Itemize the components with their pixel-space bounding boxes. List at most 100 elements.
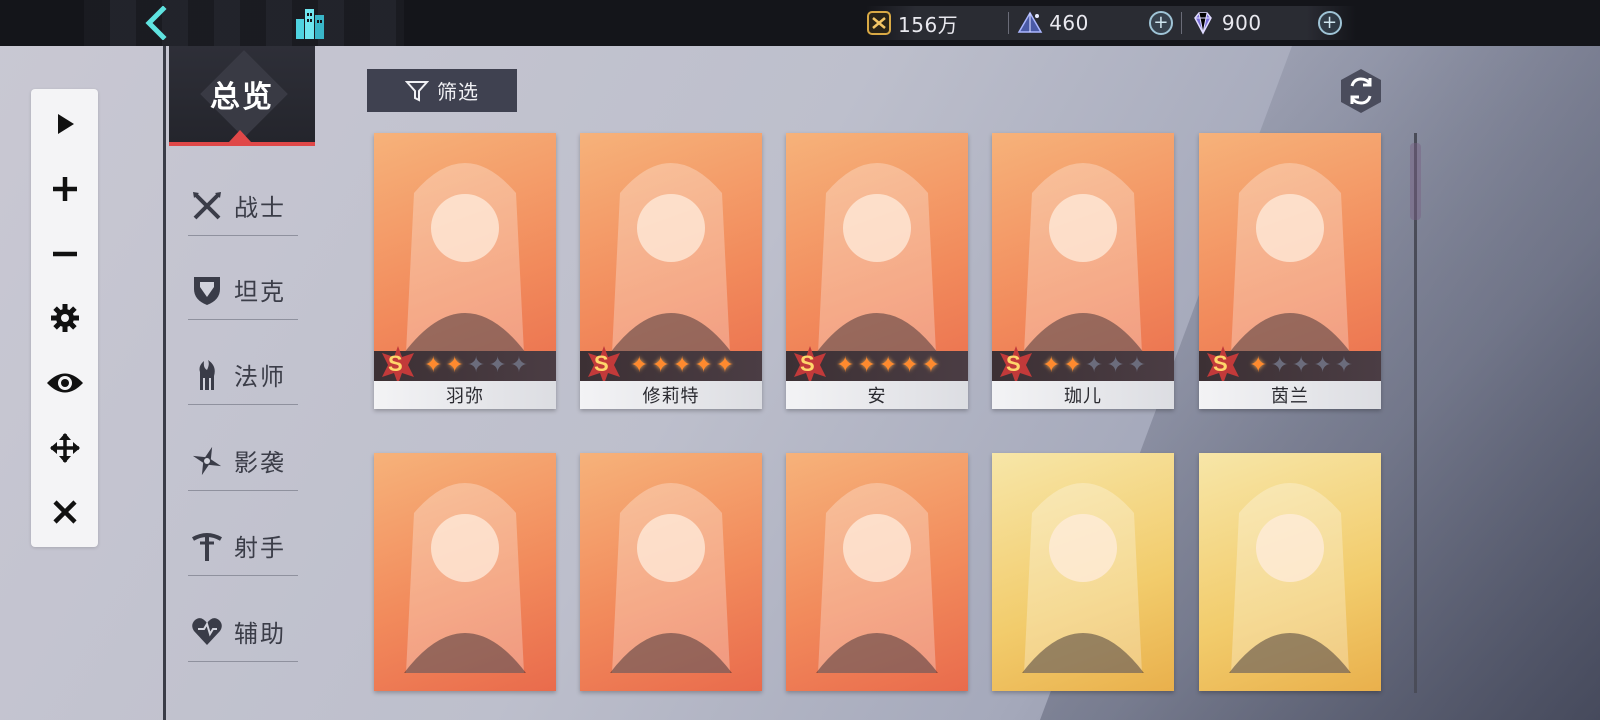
star-rating: ✦ ✦ ✦ ✦ ✦ — [630, 355, 737, 377]
class-item-label: 法师 — [234, 363, 286, 391]
class-item-label: 坦克 — [234, 278, 286, 306]
hero-portrait — [404, 483, 526, 673]
star-filled-icon: ✦ — [857, 353, 876, 378]
star-filled-icon: ✦ — [1042, 353, 1061, 378]
tab-overview-label: 总览 — [210, 80, 274, 115]
refresh-button[interactable] — [1338, 68, 1384, 114]
class-item-mage[interactable]: 法师 — [188, 345, 298, 405]
resource-gold: 156万 — [866, 6, 958, 40]
star-filled-icon: ✦ — [424, 353, 443, 378]
play-icon — [57, 114, 74, 134]
gold-coin-icon — [867, 11, 891, 35]
sidebar-divider — [163, 46, 166, 720]
class-item-assassin[interactable]: 影袭 — [188, 431, 298, 491]
top-bar-pattern — [84, 0, 404, 46]
zoom-out-button[interactable] — [31, 231, 98, 277]
star-filled-icon: ✦ — [878, 353, 898, 378]
hero-portrait — [1229, 163, 1351, 353]
minus-icon — [52, 251, 77, 257]
hero-portrait — [816, 483, 938, 673]
shield-icon — [194, 276, 220, 305]
play-button[interactable] — [31, 101, 98, 147]
star-filled-icon: ✦ — [1249, 353, 1268, 378]
back-button[interactable] — [140, 4, 176, 42]
view-button[interactable] — [31, 360, 98, 406]
add-crystal-button[interactable]: + — [1148, 11, 1173, 35]
star-filled-icon: ✦ — [445, 353, 464, 378]
hero-card[interactable]: S ✦ ✦ ✦ ✦ ✦ 修莉特 — [580, 133, 762, 409]
resource-bar: 156万 460 + 900 + — [866, 6, 1356, 40]
crystal-pyramid-icon — [1017, 11, 1043, 33]
class-item-support[interactable]: 辅助 — [188, 602, 298, 662]
star-filled-icon: ✦ — [921, 353, 941, 378]
crystal-value: 460 — [1049, 11, 1089, 35]
hero-card[interactable] — [992, 453, 1174, 691]
star-empty-icon: ✦ — [509, 353, 529, 378]
rank-label: S — [800, 351, 815, 376]
hero-card[interactable]: S ✦ ✦ ✦ ✦ ✦ 茵兰 — [1199, 133, 1381, 409]
settings-button[interactable] — [31, 295, 98, 341]
hero-card[interactable] — [1199, 453, 1381, 691]
hero-portrait — [1229, 483, 1351, 673]
filter-button[interactable]: 筛选 — [367, 69, 517, 112]
star-empty-icon: ✦ — [1291, 353, 1311, 378]
move-button[interactable] — [31, 425, 98, 471]
star-filled-icon: ✦ — [836, 353, 855, 378]
class-item-label: 影袭 — [234, 449, 286, 477]
funnel-icon — [405, 80, 429, 102]
close-icon — [52, 500, 77, 524]
hero-card[interactable]: S ✦ ✦ ✦ ✦ ✦ 安 — [786, 133, 968, 409]
close-button[interactable] — [31, 489, 98, 535]
diamond-icon — [1193, 12, 1212, 35]
top-bar: 156万 460 + 900 + — [0, 0, 1600, 46]
add-diamond-button[interactable]: + — [1317, 11, 1342, 35]
scrollbar-thumb[interactable] — [1410, 143, 1421, 220]
star-empty-icon: ✦ — [1106, 353, 1125, 378]
star-empty-icon: ✦ — [1084, 353, 1104, 378]
flame-staff-icon — [199, 359, 215, 390]
gold-value: 156万 — [898, 12, 959, 37]
class-item-warrior[interactable]: 战士 — [188, 176, 298, 236]
plus-icon — [52, 177, 77, 201]
hero-portrait — [816, 163, 938, 353]
hero-card[interactable]: S ✦ ✦ ✦ ✦ ✦ 羽弥 — [374, 133, 556, 409]
hero-portrait — [1022, 163, 1144, 353]
shuriken-icon — [192, 446, 222, 475]
hero-portrait — [610, 483, 732, 673]
hero-card[interactable]: S ✦ ✦ ✦ ✦ ✦ 珈儿 — [992, 133, 1174, 409]
class-item-tank[interactable]: 坦克 — [188, 260, 298, 320]
gear-icon — [50, 304, 79, 332]
star-empty-icon: ✦ — [488, 353, 507, 378]
hero-name: 羽弥 — [374, 381, 556, 409]
zoom-in-button[interactable] — [31, 166, 98, 212]
star-filled-icon: ✦ — [900, 353, 919, 378]
hero-portrait — [404, 163, 526, 353]
class-item-label: 战士 — [234, 194, 286, 222]
hero-name: 珈儿 — [992, 381, 1174, 409]
star-filled-icon: ✦ — [672, 353, 692, 378]
city-building-icon — [296, 9, 324, 39]
star-empty-icon: ✦ — [1313, 353, 1332, 378]
hero-card[interactable] — [374, 453, 556, 691]
rank-label: S — [388, 351, 403, 376]
active-tab-indicator — [229, 130, 251, 142]
resource-crystal: 460 — [1017, 6, 1089, 40]
resource-diamond: 900 — [1190, 6, 1262, 40]
star-empty-icon: ✦ — [1127, 353, 1147, 378]
class-item-marksman[interactable]: 射手 — [188, 516, 298, 576]
star-empty-icon: ✦ — [1334, 353, 1354, 378]
star-filled-icon: ✦ — [715, 353, 735, 378]
hero-card[interactable] — [580, 453, 762, 691]
rank-label: S — [1006, 351, 1021, 376]
hero-name: 修莉特 — [580, 381, 762, 409]
star-rating: ✦ ✦ ✦ ✦ ✦ — [1249, 355, 1356, 377]
star-filled-icon: ✦ — [630, 353, 649, 378]
star-empty-icon: ✦ — [1270, 353, 1289, 378]
filter-label: 筛选 — [437, 80, 479, 104]
star-filled-icon: ✦ — [694, 353, 713, 378]
hero-portrait — [1022, 483, 1144, 673]
floating-toolbar — [31, 89, 98, 547]
star-empty-icon: ✦ — [466, 353, 486, 378]
hero-card[interactable] — [786, 453, 968, 691]
city-button[interactable] — [292, 5, 328, 41]
